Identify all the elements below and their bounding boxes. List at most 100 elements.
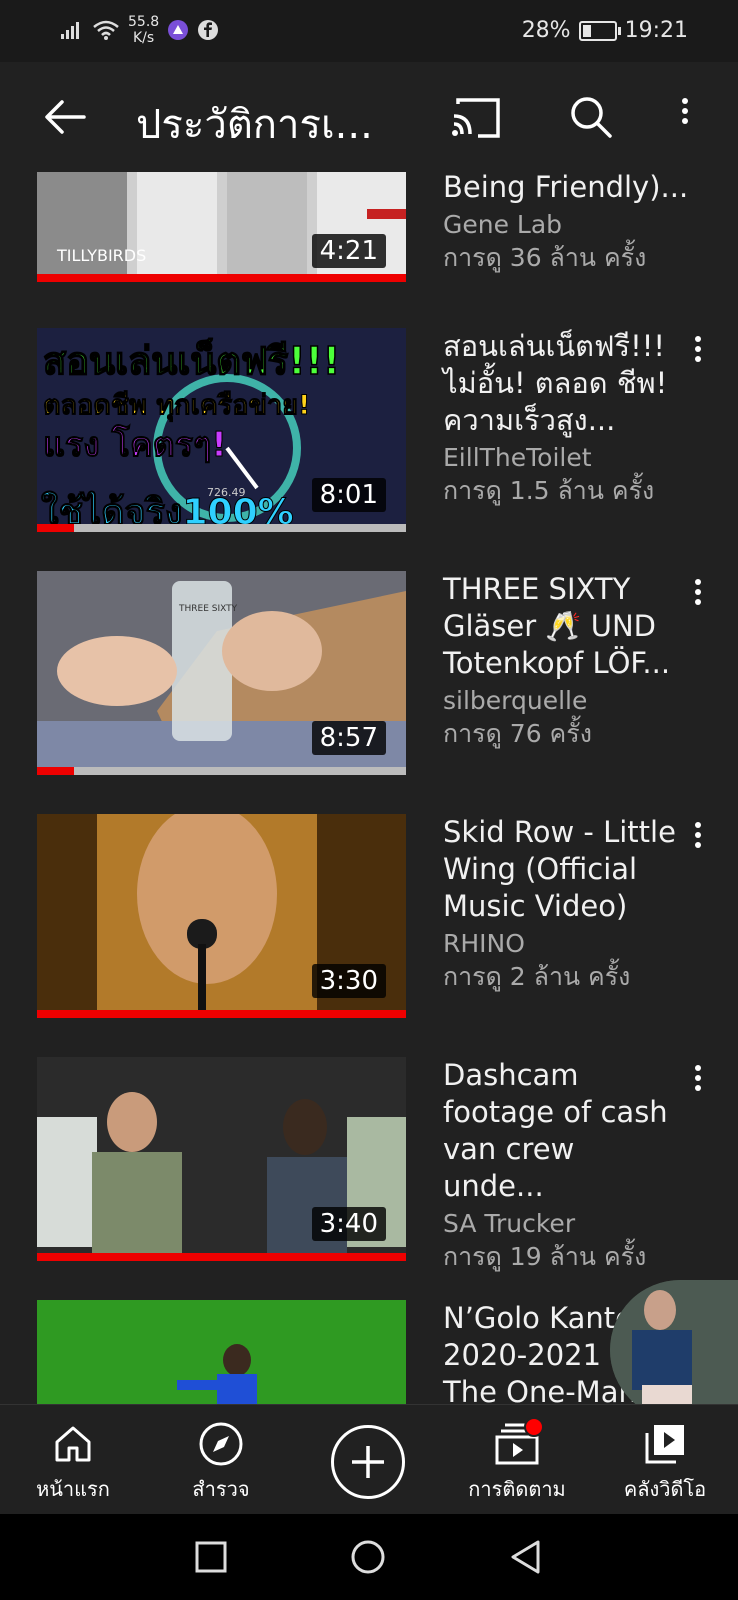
dot bbox=[682, 118, 688, 124]
mini-player-image bbox=[610, 1280, 738, 1420]
video-thumbnail[interactable]: 3:30 bbox=[37, 814, 406, 1018]
video-menu-button[interactable] bbox=[688, 1061, 708, 1101]
nav-home[interactable]: หน้าแรก bbox=[8, 1421, 138, 1505]
more-vertical-icon bbox=[695, 822, 701, 828]
video-title: Skid Row - Little Wing (Official Music V… bbox=[443, 815, 676, 923]
watch-progress bbox=[37, 1253, 406, 1261]
video-duration: 4:21 bbox=[311, 234, 386, 268]
explore-compass-icon bbox=[199, 1422, 243, 1466]
video-views: การดู 36 ล้าน ครั้ง bbox=[443, 243, 647, 272]
network-speed-unit: K/s bbox=[132, 30, 155, 46]
signal-icon bbox=[61, 22, 79, 39]
video-info[interactable]: Dashcam footage of cash van crew unde...… bbox=[443, 1057, 683, 1273]
thumbnail-text-line: แรง โคตรๆ! bbox=[43, 424, 227, 465]
video-info[interactable]: THREE SIXTY Gläser 🥂 UND Totenkopf LÖF..… bbox=[443, 571, 683, 750]
watch-progress-fill bbox=[37, 767, 74, 775]
video-info[interactable]: Skid Row - Little Wing (Official Music V… bbox=[443, 814, 683, 993]
nav-subscriptions[interactable]: การติดตาม bbox=[452, 1417, 582, 1505]
video-thumbnail[interactable] bbox=[37, 1300, 406, 1404]
video-views: การดู 2 ล้าน ครั้ง bbox=[443, 962, 631, 991]
thumbnail-logo-text: TILLYBIRDS bbox=[56, 246, 146, 265]
watch-progress bbox=[37, 1010, 406, 1018]
video-channel: EillTheToilet bbox=[443, 443, 592, 472]
video-duration: 3:40 bbox=[311, 1207, 386, 1241]
clock: 19:21 bbox=[624, 18, 688, 43]
more-vertical-button[interactable] bbox=[670, 94, 700, 144]
watch-progress-fill bbox=[37, 1253, 406, 1261]
watch-progress-fill bbox=[37, 524, 74, 532]
notification-badge bbox=[524, 1417, 544, 1437]
cast-icon bbox=[452, 98, 500, 138]
more-vertical-icon bbox=[682, 98, 688, 104]
dot bbox=[695, 346, 701, 352]
status-left: 55.8 K/s bbox=[60, 14, 219, 46]
recents-square-icon[interactable] bbox=[194, 1540, 228, 1574]
thumbnail-text-line: ตลอดชีพ ทุกเครือข่าย! bbox=[43, 390, 310, 422]
thumbnail-label-text: THREE SIXTY bbox=[178, 604, 238, 614]
watch-progress-fill bbox=[37, 1010, 406, 1018]
dot bbox=[695, 832, 701, 838]
dot bbox=[695, 589, 701, 595]
video-duration: 8:01 bbox=[311, 478, 386, 512]
video-thumbnail[interactable]: THREE SIXTY 8:57 bbox=[37, 571, 406, 775]
back-triangle-icon[interactable] bbox=[508, 1538, 542, 1576]
dot bbox=[695, 356, 701, 362]
video-thumbnail[interactable]: TILLYBIRDS 4:21 bbox=[37, 172, 406, 282]
facebook-icon bbox=[198, 20, 219, 40]
video-channel: silberquelle bbox=[443, 686, 588, 715]
page-title: ประวัติการเ... bbox=[136, 102, 373, 148]
nav-explore[interactable]: สำรวจ bbox=[156, 1421, 286, 1505]
thumbnail-text-line: สอนเล่นเน็ตฟรี!!! bbox=[43, 338, 340, 383]
video-row[interactable]: 3:40 Dashcam footage of cash van crew un… bbox=[0, 1057, 738, 1281]
dot bbox=[695, 1075, 701, 1081]
back-arrow-icon bbox=[45, 100, 86, 134]
dot bbox=[682, 108, 688, 114]
watch-progress bbox=[37, 524, 406, 532]
watch-progress-fill bbox=[37, 274, 406, 282]
back-button[interactable] bbox=[40, 92, 90, 142]
video-info[interactable]: สอนเล่นเน็ตฟรี!!! ไม่อั้น! ตลอด ชีพ! ควา… bbox=[443, 328, 683, 507]
video-row[interactable]: 726.49 สอนเล่นเน็ตฟรี!!! ตลอดชีพ ทุกเครื… bbox=[0, 328, 738, 552]
video-row[interactable]: THREE SIXTY 8:57 THREE SIXTY Gläser 🥂 UN… bbox=[0, 571, 738, 795]
more-vertical-icon bbox=[695, 336, 701, 342]
video-thumbnail[interactable]: 726.49 สอนเล่นเน็ตฟรี!!! ตลอดชีพ ทุกเครื… bbox=[37, 328, 406, 532]
video-title: THREE SIXTY Gläser 🥂 UND Totenkopf LÖF..… bbox=[443, 572, 671, 680]
video-menu-button[interactable] bbox=[688, 575, 708, 615]
video-title: Dashcam footage of cash van crew unde... bbox=[443, 1058, 668, 1203]
nav-library[interactable]: คลังวิดีโอ bbox=[600, 1421, 730, 1505]
search-button[interactable] bbox=[566, 92, 616, 142]
watch-progress bbox=[37, 767, 406, 775]
dot bbox=[695, 1085, 701, 1091]
network-speed-value: 55.8 bbox=[128, 14, 160, 30]
status-right: 28% 19:21 bbox=[522, 18, 688, 43]
video-info[interactable]: Being Friendly)... Gene Lab การดู 36 ล้า… bbox=[443, 172, 688, 274]
thumbnail-image bbox=[37, 1300, 406, 1404]
home-circle-icon[interactable] bbox=[350, 1539, 386, 1575]
search-icon bbox=[571, 97, 612, 138]
video-views: การดู 76 ครั้ง bbox=[443, 719, 592, 748]
video-channel: SA Trucker bbox=[443, 1209, 576, 1238]
dot bbox=[695, 599, 701, 605]
system-navigation-bar bbox=[0, 1514, 738, 1600]
video-row[interactable]: 3:30 Skid Row - Little Wing (Official Mu… bbox=[0, 814, 738, 1038]
nav-library-label: คลังวิดีโอ bbox=[623, 1477, 707, 1501]
nav-home-label: หน้าแรก bbox=[36, 1477, 110, 1501]
status-bar: 55.8 K/s 28% 19:21 bbox=[0, 0, 738, 62]
video-duration: 3:30 bbox=[311, 964, 386, 998]
video-channel: RHINO bbox=[443, 929, 525, 958]
library-icon bbox=[645, 1425, 684, 1464]
video-thumbnail[interactable]: 3:40 bbox=[37, 1057, 406, 1261]
create-button[interactable] bbox=[331, 1425, 405, 1499]
cast-button[interactable] bbox=[450, 94, 504, 142]
home-icon bbox=[55, 1426, 91, 1462]
mini-player[interactable] bbox=[610, 1280, 738, 1420]
nav-explore-label: สำรวจ bbox=[192, 1477, 250, 1501]
video-menu-button[interactable] bbox=[688, 818, 708, 858]
wifi-icon bbox=[93, 20, 119, 40]
video-channel: Gene Lab bbox=[443, 210, 563, 239]
video-duration: 8:57 bbox=[311, 721, 386, 755]
dot bbox=[695, 842, 701, 848]
video-views: การดู 19 ล้าน ครั้ง bbox=[443, 1242, 647, 1271]
video-menu-button[interactable] bbox=[688, 332, 708, 372]
video-title: สอนเล่นเน็ตฟรี!!! ไม่อั้น! ตลอด ชีพ! ควา… bbox=[443, 329, 668, 437]
